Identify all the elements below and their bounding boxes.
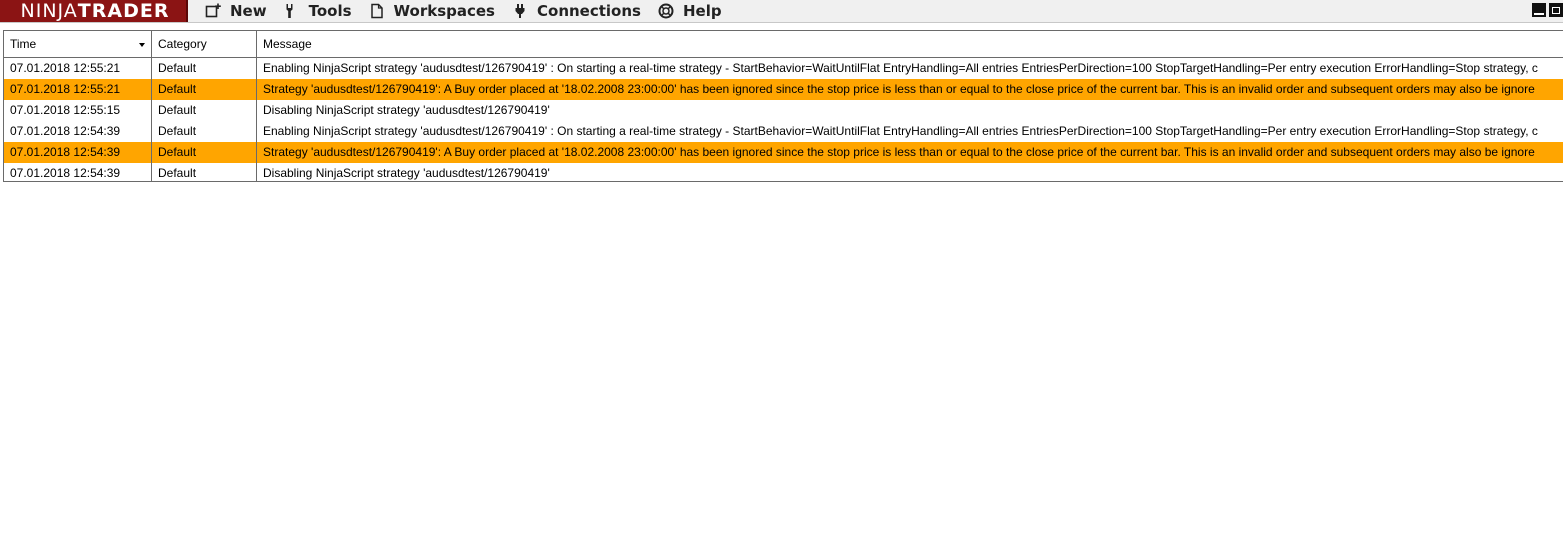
- document-icon: [368, 2, 386, 20]
- column-header-time[interactable]: Time: [4, 31, 152, 57]
- cell-time: 07.01.2018 12:54:39: [4, 121, 152, 142]
- menu-bar: NINJATRADER New Tools Workspaces Connect…: [0, 0, 1563, 23]
- cell-category: Default: [152, 58, 257, 79]
- cell-category: Default: [152, 121, 257, 142]
- menu-tools-label: Tools: [308, 2, 352, 20]
- menu-new[interactable]: New: [204, 0, 267, 22]
- cell-time: 07.01.2018 12:54:39: [4, 142, 152, 163]
- cell-time: 07.01.2018 12:55:21: [4, 79, 152, 100]
- ninjatrader-logo: NINJATRADER: [0, 0, 188, 22]
- cell-message: Enabling NinjaScript strategy 'audusdtes…: [263, 61, 1538, 75]
- sort-descending-icon: [139, 43, 145, 47]
- table-row[interactable]: 07.01.2018 12:54:39 Default Disabling Ni…: [4, 163, 1563, 181]
- cell-category: Default: [152, 142, 257, 163]
- cell-time: 07.01.2018 12:54:39: [4, 163, 152, 181]
- cell-message: Strategy 'audusdtest/126790419': A Buy o…: [263, 145, 1535, 159]
- menu-workspaces-label: Workspaces: [393, 2, 495, 20]
- logo-text-bold: TRADER: [77, 0, 170, 22]
- restore-button[interactable]: [1549, 3, 1563, 17]
- cell-message: Disabling NinjaScript strategy 'audusdte…: [263, 166, 550, 180]
- lifebuoy-icon: [657, 2, 675, 20]
- menu-help[interactable]: Help: [657, 0, 722, 22]
- grid-header: Time Category Message: [4, 31, 1563, 58]
- logo-text-light: NINJA: [20, 0, 78, 22]
- menu-connections[interactable]: Connections: [511, 0, 641, 22]
- menu-connections-label: Connections: [537, 2, 641, 20]
- new-window-icon: [204, 2, 222, 20]
- cell-category: Default: [152, 100, 257, 121]
- cell-category: Default: [152, 79, 257, 100]
- column-header-category-label: Category: [158, 37, 207, 51]
- plug-icon: [511, 2, 529, 20]
- table-row[interactable]: 07.01.2018 12:55:21 Default Enabling Nin…: [4, 58, 1563, 79]
- table-row[interactable]: 07.01.2018 12:55:21 Default Strategy 'au…: [4, 79, 1563, 100]
- column-header-message[interactable]: Message: [257, 31, 1563, 57]
- column-header-time-label: Time: [10, 37, 37, 51]
- menu-help-label: Help: [682, 2, 722, 20]
- cell-time: 07.01.2018 12:55:21: [4, 58, 152, 79]
- cell-category: Default: [152, 163, 257, 181]
- window-controls: [1529, 3, 1563, 17]
- column-header-message-label: Message: [263, 37, 312, 51]
- minimize-button[interactable]: [1532, 3, 1546, 17]
- menu-tools[interactable]: Tools: [283, 0, 352, 22]
- cell-message: Strategy 'audusdtest/126790419': A Buy o…: [263, 82, 1535, 96]
- table-row[interactable]: 07.01.2018 12:54:39 Default Enabling Nin…: [4, 121, 1563, 142]
- menu-workspaces[interactable]: Workspaces: [368, 0, 495, 22]
- menu-new-label: New: [230, 2, 267, 20]
- wrench-icon: [283, 2, 301, 20]
- cell-time: 07.01.2018 12:55:15: [4, 100, 152, 121]
- cell-message: Disabling NinjaScript strategy 'audusdte…: [263, 103, 550, 117]
- table-row[interactable]: 07.01.2018 12:54:39 Default Strategy 'au…: [4, 142, 1563, 163]
- cell-message: Enabling NinjaScript strategy 'audusdtes…: [263, 124, 1538, 138]
- log-grid: Time Category Message 07.01.2018 12:55:2…: [3, 30, 1563, 182]
- table-row[interactable]: 07.01.2018 12:55:15 Default Disabling Ni…: [4, 100, 1563, 121]
- column-header-category[interactable]: Category: [152, 31, 257, 57]
